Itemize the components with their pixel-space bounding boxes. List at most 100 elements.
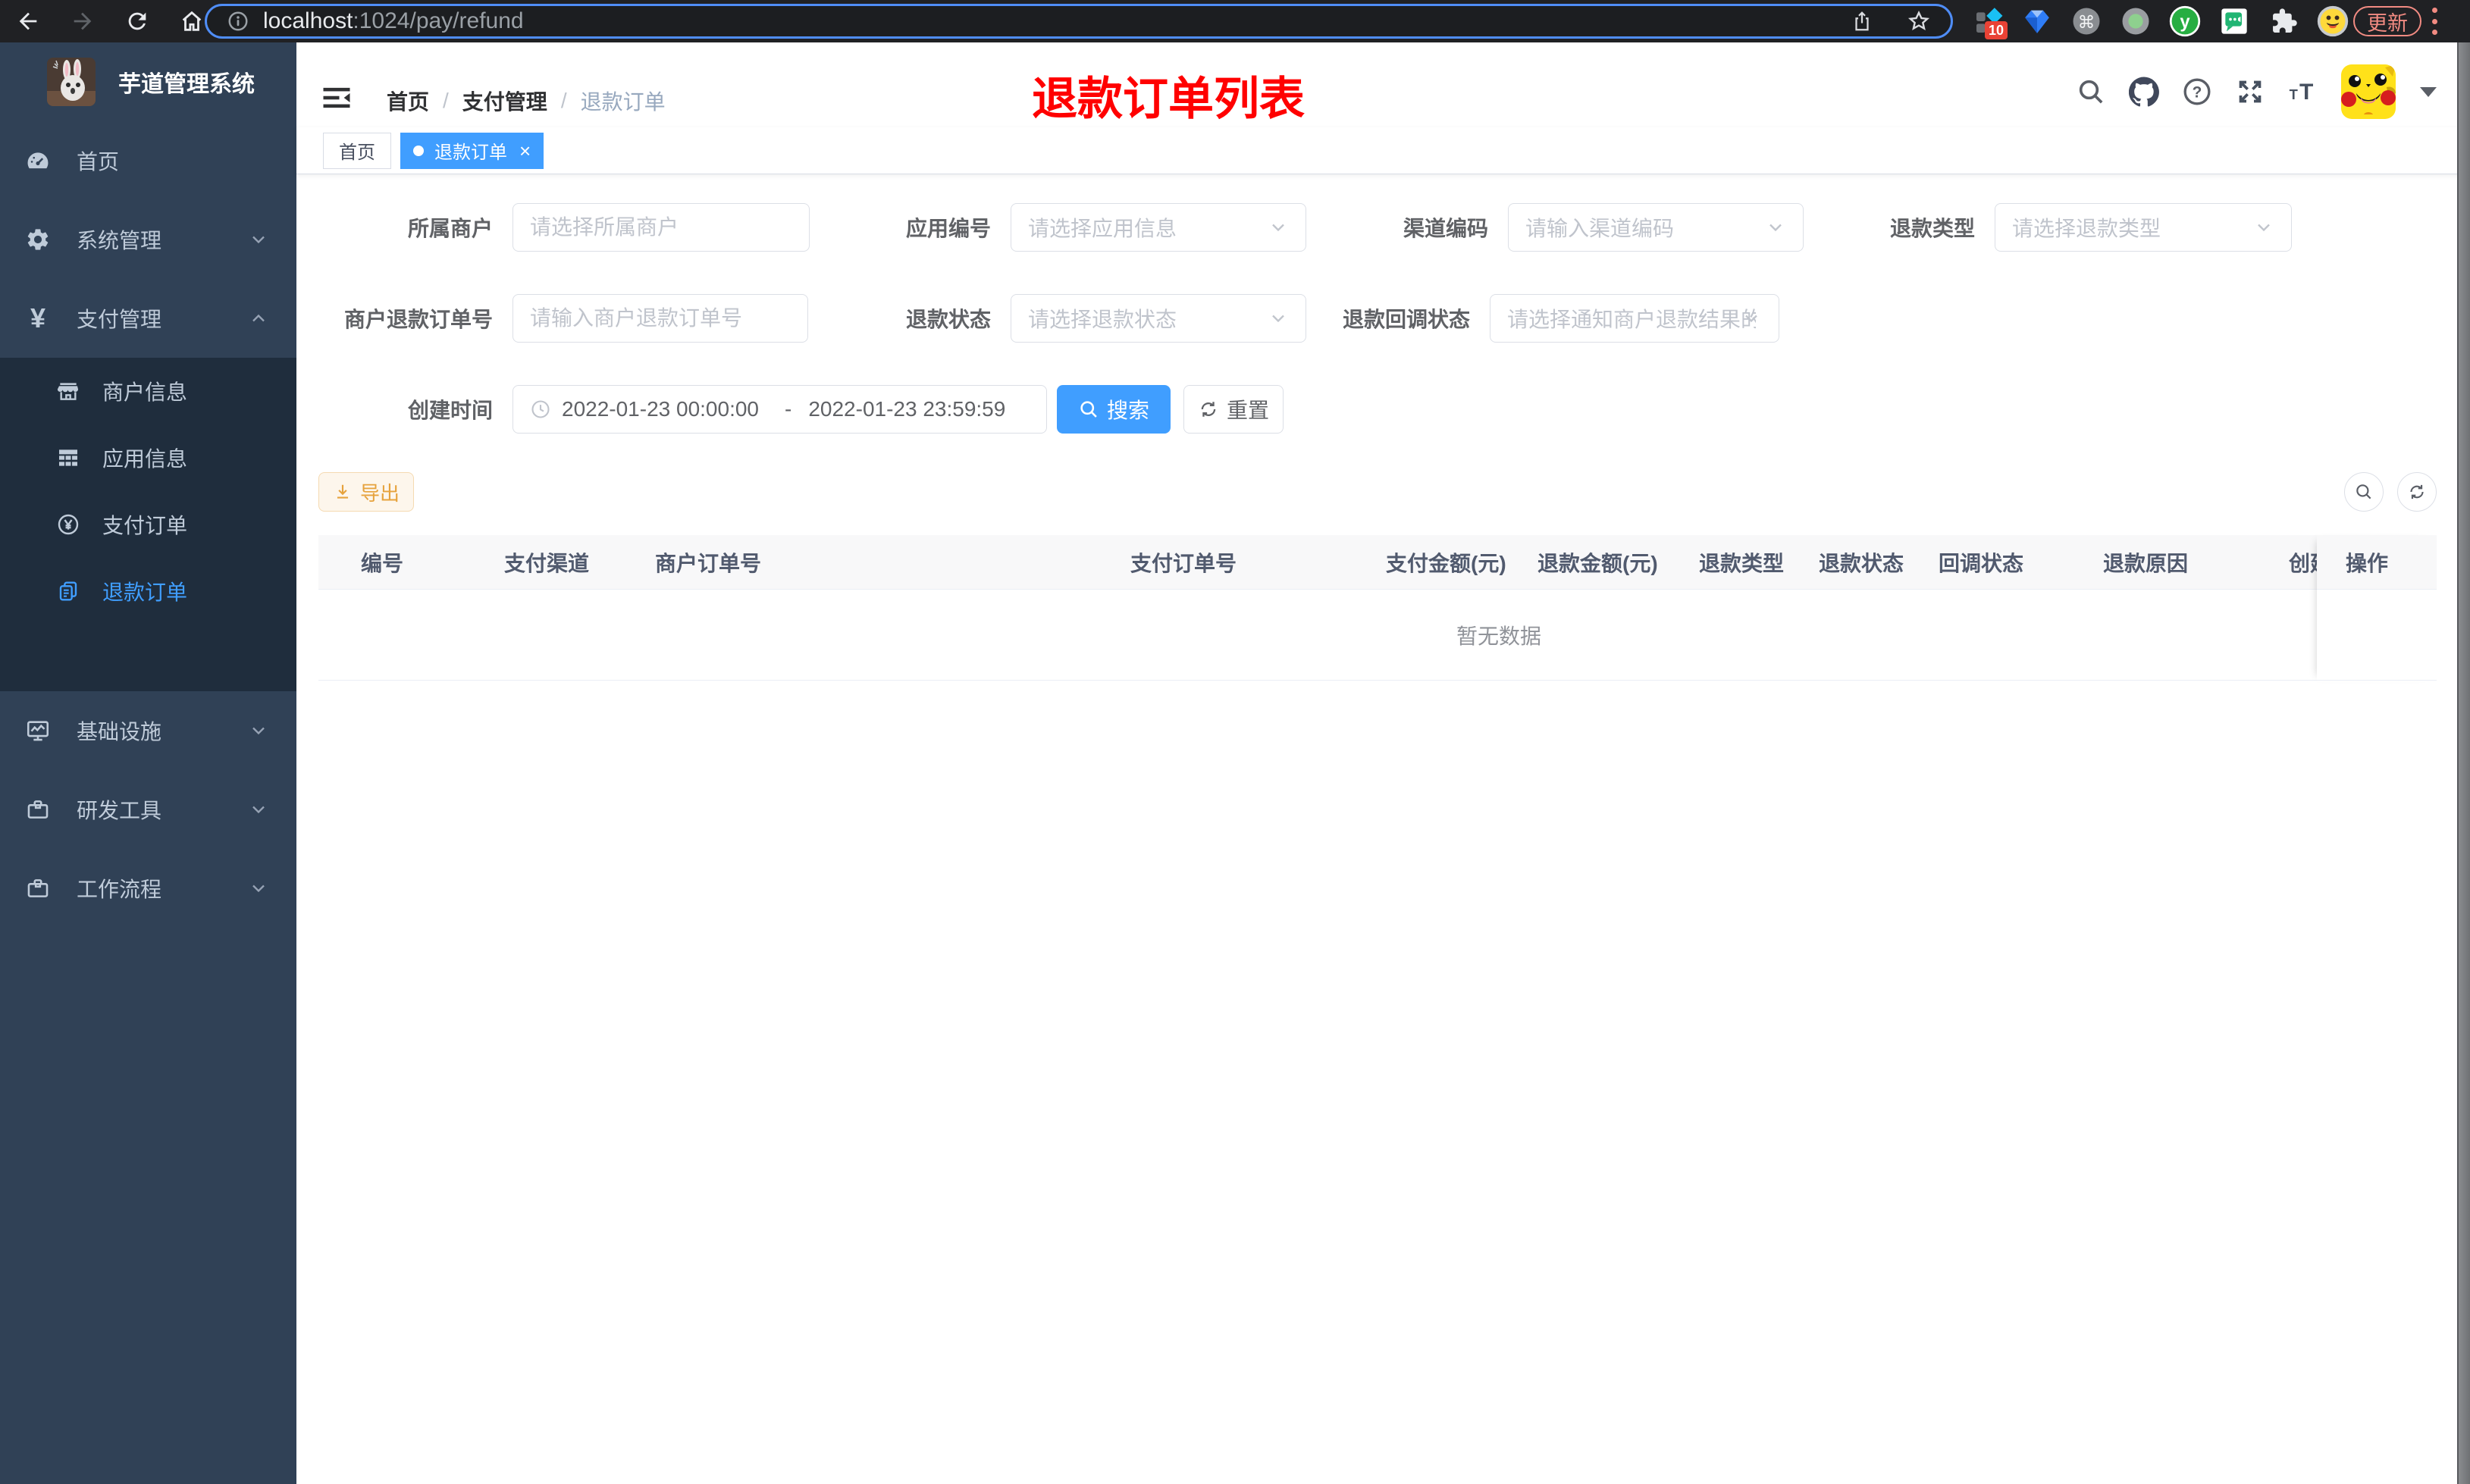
avatar-caret-icon[interactable] (2420, 86, 2437, 97)
refund-table: 编号 支付渠道 商户订单号 支付订单号 支付金额(元) 退款金额(元) 退款类型 退款状态 回调… (318, 535, 2437, 681)
app-title: 芋道管理系统 (118, 72, 255, 97)
browser-toolbar: localhost:1024/pay/refund 10 ⌘ y 更新 (0, 0, 2470, 42)
table-header-cell: 支付渠道 (504, 551, 590, 575)
notify-status-select[interactable]: 请选择通知商户退款结果的 (1490, 294, 1779, 343)
refund-status-select[interactable]: 请选择退款状态 (1011, 294, 1306, 343)
sidebar-item-workflow[interactable]: 工作流程 (0, 849, 296, 928)
sidebar-collapse-icon[interactable] (321, 82, 353, 114)
sidebar-menu: 首页 系统管理 ¥ 支付管理 商户信息 应用信息 支付订单 退款订单 基础设施 … (0, 121, 296, 928)
refund-doc-icon (56, 579, 80, 603)
chevron-down-icon (252, 884, 265, 893)
sidebar-item-label: 支付订单 (102, 514, 188, 537)
extension-command-icon[interactable]: ⌘ (2070, 5, 2103, 38)
date-start-value: 2022-01-23 00:00:00 (562, 397, 759, 421)
browser-forward-icon[interactable] (70, 8, 96, 34)
sidebar-item-pay[interactable]: ¥ 支付管理 (0, 279, 296, 358)
help-icon[interactable]: ? (2182, 77, 2212, 107)
merchant-refund-no-input[interactable] (512, 294, 808, 343)
main-area: 首页 / 支付管理 / 退款订单 退款订单列表 ? TT 首页 退款订单 × 所… (296, 42, 2470, 1484)
yen-circle-icon (56, 512, 80, 537)
top-navbar: 首页 / 支付管理 / 退款订单 退款订单列表 ? TT (296, 42, 2470, 127)
channel-select[interactable]: 请输入渠道编码 (1508, 203, 1804, 252)
search-icon[interactable] (2076, 77, 2106, 107)
tab-close-icon[interactable]: × (519, 141, 531, 161)
table-header-cell: 退款金额(元) (1537, 551, 1658, 575)
merchant-refund-no-field[interactable] (530, 306, 791, 330)
filter-label-refund-type: 退款类型 (1889, 217, 1975, 240)
extension-y-icon[interactable]: y (2168, 5, 2202, 38)
table-tools (2344, 472, 2437, 512)
merchant-input-field[interactable] (530, 215, 792, 240)
font-size-icon[interactable]: TT (2288, 77, 2318, 107)
tab-home[interactable]: 首页 (323, 132, 391, 169)
toggle-search-button[interactable] (2344, 472, 2384, 512)
filter-label-create-time: 创建时间 (407, 399, 493, 422)
sidebar-item-merchant-info[interactable]: 商户信息 (0, 358, 296, 424)
tab-refund-order[interactable]: 退款订单 × (400, 132, 544, 169)
breadcrumb-home[interactable]: 首页 (387, 86, 429, 116)
browser-home-icon[interactable] (179, 8, 205, 34)
pay-submenu: 商户信息 应用信息 支付订单 退款订单 (0, 358, 296, 691)
browser-refresh-icon[interactable] (124, 8, 150, 34)
sidebar-item-label: 首页 (77, 150, 120, 174)
chevron-down-icon (1272, 315, 1284, 323)
sidebar-item-label: 应用信息 (102, 447, 188, 471)
address-bar[interactable]: localhost:1024/pay/refund (205, 4, 1953, 39)
sidebar-item-dev-tools[interactable]: 研发工具 (0, 770, 296, 849)
sidebar-item-label: 商户信息 (102, 380, 188, 404)
sidebar-item-home[interactable]: 首页 (0, 121, 296, 200)
sidebar-item-label: 研发工具 (77, 799, 162, 822)
filter-label-merchant-refund-no: 商户退款订单号 (343, 308, 493, 331)
breadcrumb: 首页 / 支付管理 / 退款订单 (387, 85, 666, 117)
extension-badge: 10 (1984, 21, 2008, 39)
page-title: 退款订单列表 (1032, 74, 1305, 124)
window-scrollbar[interactable] (2457, 42, 2470, 1484)
app-select[interactable]: 请选择应用信息 (1011, 203, 1306, 252)
empty-placeholder: 暂无数据 (1456, 625, 1542, 648)
extensions-puzzle-icon[interactable] (2267, 5, 2300, 38)
sidebar-item-pay-order[interactable]: 支付订单 (0, 491, 296, 558)
github-icon[interactable] (2129, 77, 2159, 107)
sidebar-item-label: 工作流程 (77, 878, 162, 901)
active-tab-dot (413, 145, 424, 156)
profile-emoji-icon[interactable] (2316, 5, 2349, 38)
date-end-value: 2022-01-23 23:59:59 (808, 397, 1006, 421)
extension-chat-icon[interactable] (2218, 5, 2251, 38)
app-logo[interactable]: 芋道管理系统 (0, 42, 296, 121)
extension-gem-icon[interactable] (2020, 5, 2054, 38)
filter-label-channel: 渠道编码 (1403, 217, 1488, 240)
download-icon (337, 484, 349, 499)
sidebar-item-system[interactable]: 系统管理 (0, 200, 296, 279)
sidebar-item-infra[interactable]: 基础设施 (0, 691, 296, 770)
chrome-update-button[interactable]: 更新 (2353, 6, 2421, 36)
breadcrumb-pay[interactable]: 支付管理 (462, 86, 547, 116)
extension-devtool-icon[interactable]: 10 (1971, 5, 2008, 39)
search-button[interactable]: 搜索 (1057, 385, 1171, 434)
fullscreen-icon[interactable] (2235, 77, 2265, 107)
sidebar-item-app-info[interactable]: 应用信息 (0, 424, 296, 491)
share-icon[interactable] (1851, 10, 1873, 33)
site-info-icon[interactable] (227, 10, 249, 33)
user-avatar[interactable] (2341, 64, 2396, 119)
reset-button[interactable]: 重置 (1183, 385, 1284, 434)
svg-text:?: ? (2193, 84, 2202, 102)
monitor-chart-icon (25, 718, 51, 744)
extension-green-dot-icon[interactable] (2119, 5, 2152, 38)
create-time-range-picker[interactable]: 2022-01-23 00:00:00 - 2022-01-23 23:59:5… (512, 385, 1047, 434)
refund-type-select[interactable]: 请选择退款类型 (1995, 203, 2292, 252)
sidebar-item-label: 支付管理 (77, 308, 162, 331)
sidebar-item-refund-order[interactable]: 退款订单 (0, 558, 296, 625)
export-button[interactable]: 导出 (318, 472, 415, 512)
browser-menu-icon[interactable] (2429, 8, 2440, 35)
table-fixed-cell (2317, 590, 2437, 681)
refresh-table-button[interactable] (2397, 472, 2437, 512)
bookmark-star-icon[interactable] (1907, 9, 1931, 33)
merchant-input[interactable] (512, 203, 810, 252)
browser-back-icon[interactable] (15, 8, 41, 34)
table-empty-row: 暂无数据 (318, 590, 2437, 681)
table-header-cell: 商户订单号 (655, 551, 762, 575)
sidebar: 芋道管理系统 首页 系统管理 ¥ 支付管理 商户信息 应用信息 支付订单 退款订… (0, 42, 296, 1484)
sidebar-item-label: 退款订单 (102, 581, 188, 604)
chevron-down-icon (1272, 224, 1284, 232)
chevron-up-icon (252, 314, 265, 322)
